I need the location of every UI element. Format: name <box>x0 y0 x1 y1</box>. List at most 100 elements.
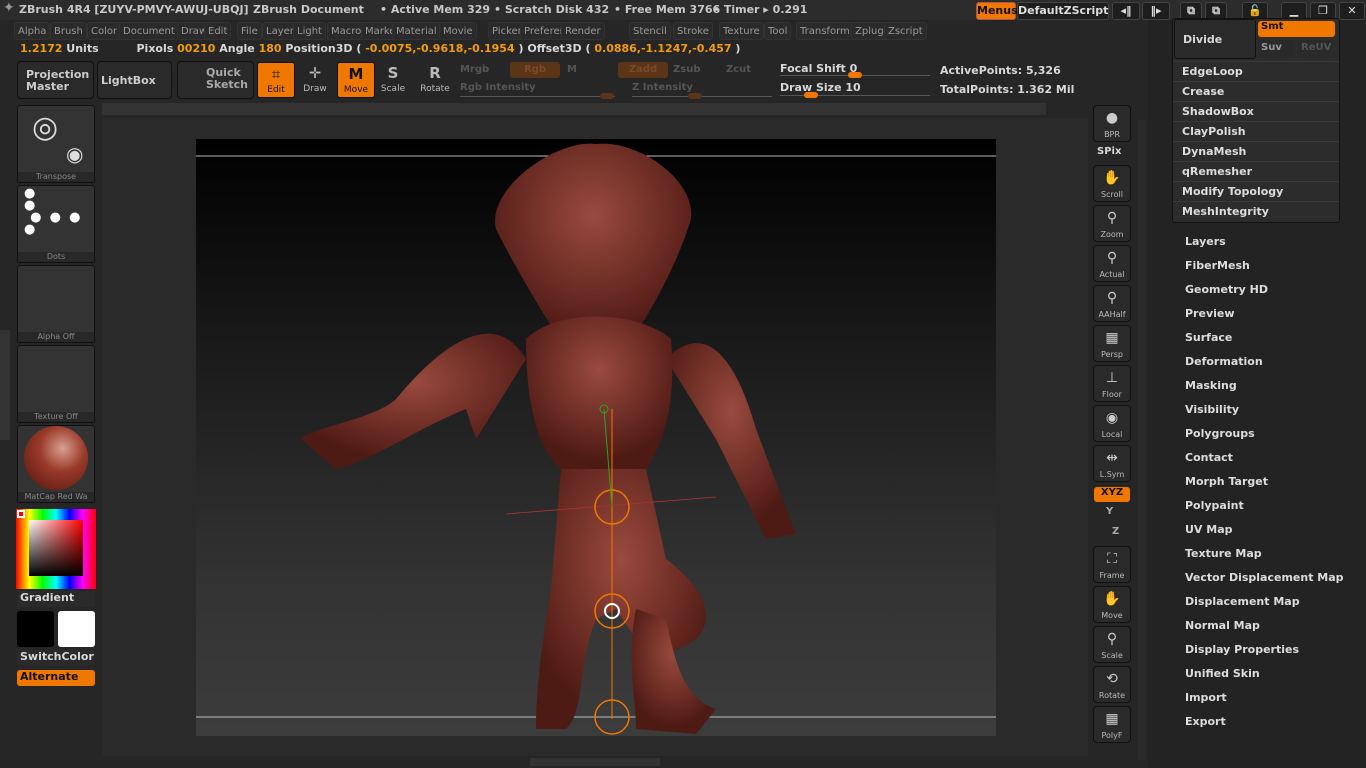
submenu-dynamesh[interactable]: DynaMesh <box>1173 141 1339 161</box>
z-button[interactable]: Z <box>1112 526 1119 537</box>
persp-button[interactable]: ▦ Persp <box>1093 325 1131 362</box>
menu-texture[interactable]: Texture <box>719 22 764 40</box>
polyf-button[interactable]: ▦ PolyF <box>1093 706 1131 743</box>
divide-button[interactable]: Divide <box>1174 19 1256 59</box>
palette-displacement-map[interactable]: Displacement Map <box>1185 595 1300 608</box>
bpr-button[interactable]: ● BPR <box>1093 105 1131 142</box>
document-canvas[interactable] <box>196 139 996 736</box>
menu-movie[interactable]: Movie <box>439 22 477 40</box>
frame-button[interactable]: ⛶ Frame <box>1093 546 1131 583</box>
submenu-qremesher[interactable]: qRemesher <box>1173 161 1339 181</box>
reuv-button[interactable]: ReUV <box>1297 40 1335 58</box>
palette-normal-map[interactable]: Normal Map <box>1185 619 1260 632</box>
rotate-button[interactable]: R Rotate <box>416 62 454 98</box>
right-tray-handle[interactable] <box>1138 120 1146 760</box>
menu-edit[interactable]: Edit <box>204 22 232 40</box>
menu-stroke[interactable]: Stroke <box>673 22 713 40</box>
alternate-button[interactable]: Alternate <box>17 670 95 686</box>
zadd-button[interactable]: Zadd <box>618 62 668 78</box>
palette-uv-map[interactable]: UV Map <box>1185 523 1233 536</box>
secondary-color-swatch[interactable] <box>58 611 95 647</box>
scroll-button[interactable]: ✋ Scroll <box>1093 165 1131 202</box>
menu-macro[interactable]: Macro <box>327 22 366 40</box>
projection-master-button[interactable]: Projection Master <box>17 61 94 99</box>
rgb-intensity-slider[interactable] <box>460 93 615 99</box>
palette-preview[interactable]: Preview <box>1185 307 1235 320</box>
menus-button[interactable]: Menus <box>976 2 1018 20</box>
palette-contact[interactable]: Contact <box>1185 451 1233 464</box>
move-button[interactable]: M Move <box>337 62 375 98</box>
y-button[interactable]: Y <box>1106 506 1113 517</box>
submenu-meshintegrity[interactable]: MeshIntegrity <box>1173 201 1339 221</box>
left-tray-handle[interactable] <box>0 330 10 440</box>
palette-morph-target[interactable]: Morph Target <box>1185 475 1268 488</box>
palette-import[interactable]: Import <box>1185 691 1227 704</box>
menu-document[interactable]: Document <box>119 22 179 40</box>
spix-button[interactable]: SPix <box>1097 146 1121 157</box>
lightbox-button[interactable]: LightBox <box>97 61 172 99</box>
palette-visibility[interactable]: Visibility <box>1185 403 1239 416</box>
lsym-button[interactable]: ⇹ L.Sym <box>1093 445 1131 482</box>
mrgb-button[interactable]: Mrgb <box>460 64 489 75</box>
stroke-dots-button[interactable]: ● ● ● ● ● ● Dots <box>17 185 95 263</box>
menu-zscript[interactable]: Zscript <box>884 22 927 40</box>
m-button[interactable]: M <box>567 64 577 75</box>
palette-polypaint[interactable]: Polypaint <box>1185 499 1244 512</box>
default-zscript-button[interactable]: DefaultZScript <box>1017 2 1109 20</box>
suv-button[interactable]: Suv <box>1258 40 1294 58</box>
palette-surface[interactable]: Surface <box>1185 331 1232 344</box>
expand-ui-icon[interactable]: ‖▸ <box>1142 2 1170 20</box>
material-button[interactable]: MatCap Red Wa <box>17 425 95 503</box>
menu-transform[interactable]: Transform <box>796 22 854 40</box>
palette-display-properties[interactable]: Display Properties <box>1185 643 1299 656</box>
smt-button[interactable]: Smt <box>1258 21 1335 37</box>
rotate-button[interactable]: ⟲ Rotate <box>1093 666 1131 703</box>
top-scrollbar[interactable] <box>102 103 1046 115</box>
local-button[interactable]: ◉ Local <box>1093 405 1131 442</box>
palette-layers[interactable]: Layers <box>1185 235 1226 248</box>
bottom-scrollbar[interactable] <box>530 758 660 766</box>
shrink-ui-icon[interactable]: ◂‖ <box>1112 2 1140 20</box>
menu-light[interactable]: Light <box>293 22 326 40</box>
move-button[interactable]: ✋ Move <box>1093 586 1131 623</box>
menu-brush[interactable]: Brush <box>50 22 87 40</box>
palette-polygroups[interactable]: Polygroups <box>1185 427 1255 440</box>
scale-button[interactable]: ⚲ Scale <box>1093 626 1131 663</box>
palette-vector-displacement-map[interactable]: Vector Displacement Map <box>1185 571 1344 584</box>
zcut-button[interactable]: Zcut <box>726 64 751 75</box>
gradient-button[interactable]: Gradient <box>17 591 95 607</box>
color-picker[interactable] <box>16 509 96 589</box>
close-icon[interactable]: ✕ <box>1339 2 1365 20</box>
rgb-button[interactable]: Rgb <box>510 62 560 78</box>
texture-button[interactable]: Texture Off <box>17 345 95 423</box>
palette-unified-skin[interactable]: Unified Skin <box>1185 667 1260 680</box>
scale-button[interactable]: S Scale <box>374 62 412 98</box>
submenu-modify-topology[interactable]: Modify Topology <box>1173 181 1339 201</box>
actual-button[interactable]: ⚲ Actual <box>1093 245 1131 282</box>
draw-size-slider[interactable] <box>780 92 930 98</box>
palette-deformation[interactable]: Deformation <box>1185 355 1263 368</box>
focal-shift-slider[interactable] <box>780 72 930 78</box>
menu-material[interactable]: Material <box>392 22 441 40</box>
xyz-button[interactable]: XYZ <box>1094 487 1130 502</box>
switchcolor-button[interactable]: SwitchColor <box>17 650 95 666</box>
draw-button[interactable]: ✛ Draw <box>296 62 334 98</box>
z-intensity-slider[interactable] <box>632 93 772 99</box>
transpose-button[interactable]: ◎ ◉ Transpose <box>17 105 95 183</box>
submenu-edgeloop[interactable]: EdgeLoop <box>1173 61 1339 81</box>
main-color-swatch[interactable] <box>17 611 54 647</box>
palette-fibermesh[interactable]: FiberMesh <box>1185 259 1250 272</box>
palette-geometry-hd[interactable]: Geometry HD <box>1185 283 1268 296</box>
submenu-claypolish[interactable]: ClayPolish <box>1173 121 1339 141</box>
zsub-button[interactable]: Zsub <box>673 64 700 75</box>
palette-export[interactable]: Export <box>1185 715 1226 728</box>
palette-texture-map[interactable]: Texture Map <box>1185 547 1262 560</box>
floor-button[interactable]: ⊥ Floor <box>1093 365 1131 402</box>
menu-color[interactable]: Color <box>87 22 122 40</box>
menu-stencil[interactable]: Stencil <box>629 22 671 40</box>
submenu-crease[interactable]: Crease <box>1173 81 1339 101</box>
menu-alpha[interactable]: Alpha <box>14 22 51 40</box>
zoom-button[interactable]: ⚲ Zoom <box>1093 205 1131 242</box>
quick-sketch-button[interactable]: Quick Sketch <box>177 61 254 99</box>
menu-file[interactable]: File <box>237 22 262 40</box>
